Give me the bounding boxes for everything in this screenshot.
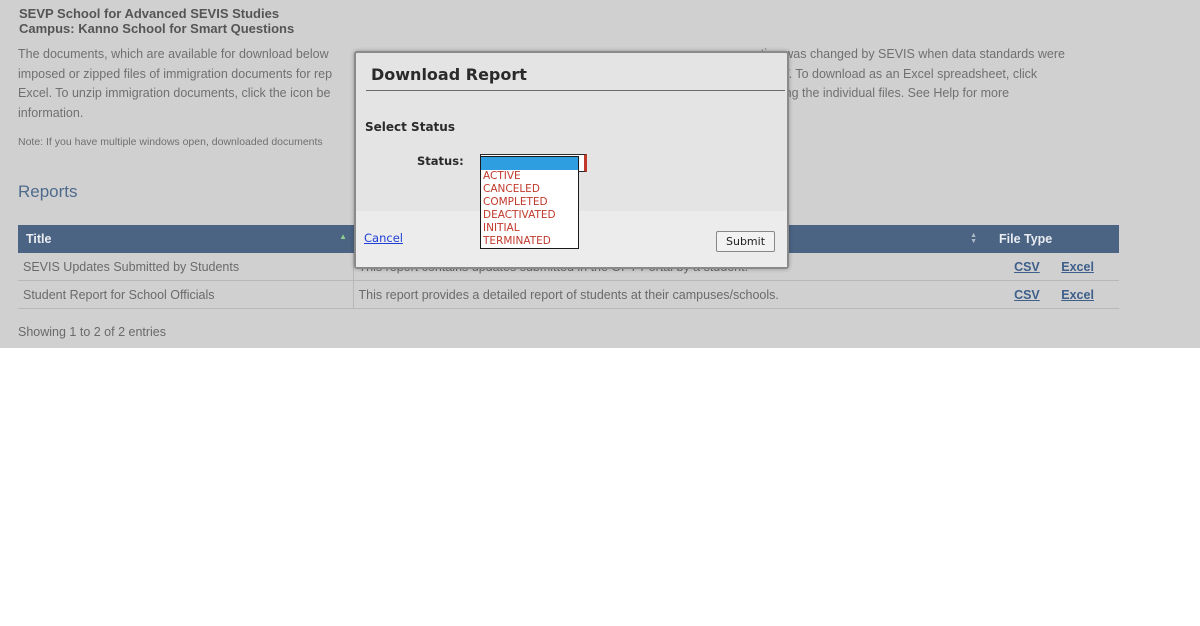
table-row: Student Report for School Officials This… <box>18 280 1119 309</box>
status-option-blank[interactable] <box>481 157 578 170</box>
dialog-divider <box>366 90 785 91</box>
excel-download-link[interactable]: Excel <box>1061 288 1094 302</box>
status-option-deactivated[interactable]: DEACTIVATED <box>481 209 578 222</box>
dialog-title: Download Report <box>371 65 527 84</box>
file-type-cell: CSV Excel <box>989 253 1119 281</box>
report-description: This report provides a detailed report o… <box>353 280 989 309</box>
download-report-dialog: Download Report Select Status Status: AC… <box>354 51 789 269</box>
note-text: Note: If you have multiple windows open,… <box>18 136 323 148</box>
reports-heading: Reports <box>18 182 78 201</box>
sort-both-icon: ▲ ▼ <box>970 232 977 245</box>
status-option-terminated[interactable]: TERMINATED <box>481 235 578 248</box>
status-label: Status: <box>417 154 464 168</box>
file-type-column-header: File Type <box>989 225 1119 253</box>
school-name: SEVP School for Advanced SEVIS Studies <box>19 6 280 21</box>
status-option-canceled[interactable]: CANCELED <box>481 183 578 196</box>
status-option-initial[interactable]: INITIAL <box>481 222 578 235</box>
status-dropdown-list: ACTIVE CANCELED COMPLETED DEACTIVATED IN… <box>480 156 579 249</box>
cancel-link[interactable]: Cancel <box>364 231 403 245</box>
excel-download-link[interactable]: Excel <box>1061 260 1094 274</box>
sort-ascending-icon: ▲ <box>339 232 347 241</box>
title-column-label: Title <box>26 232 52 246</box>
title-column-header[interactable]: Title ▲ <box>18 225 353 253</box>
status-option-completed[interactable]: COMPLETED <box>481 196 578 209</box>
csv-download-link[interactable]: CSV <box>1014 288 1040 302</box>
report-title: SEVIS Updates Submitted by Students <box>18 253 354 281</box>
submit-button[interactable]: Submit <box>716 231 775 252</box>
file-type-cell: CSV Excel <box>989 280 1119 309</box>
campus-name: Campus: Kanno School for Smart Questions <box>19 21 295 36</box>
report-title: Student Report for School Officials <box>18 280 354 309</box>
entries-count: Showing 1 to 2 of 2 entries <box>18 325 167 339</box>
select-status-heading: Select Status <box>365 120 455 134</box>
status-option-active[interactable]: ACTIVE <box>481 170 578 183</box>
csv-download-link[interactable]: CSV <box>1014 260 1040 274</box>
